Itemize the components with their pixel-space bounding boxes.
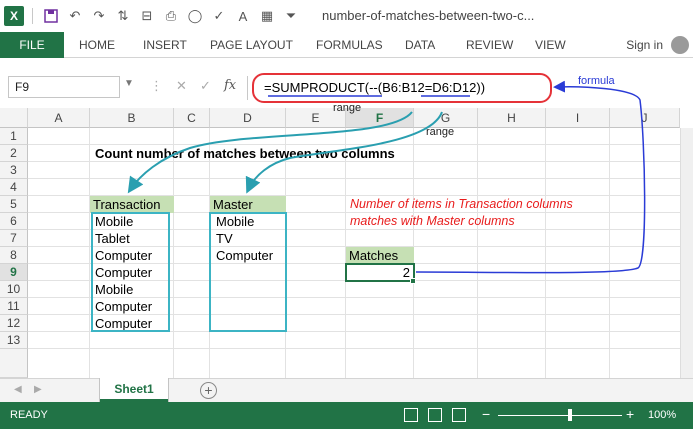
col-header-h[interactable]: H xyxy=(478,108,546,128)
circle-icon[interactable]: ◯ xyxy=(185,6,205,26)
row-header-7[interactable]: 7 xyxy=(0,230,28,247)
document-title: number-of-matches-between-two-c... xyxy=(322,8,535,23)
active-cell-border xyxy=(345,263,415,282)
explanation-note-line1: Number of items in Transaction columns xyxy=(350,197,573,211)
formula-input[interactable]: =SUMPRODUCT(--(B6:B12=D6:D12)) xyxy=(252,73,552,103)
fill-handle[interactable] xyxy=(410,278,416,284)
next-sheet-icon[interactable]: ▶ xyxy=(34,384,42,395)
normal-view-icon[interactable] xyxy=(404,408,418,422)
gridline xyxy=(28,178,693,179)
add-sheet-button[interactable]: + xyxy=(200,382,217,399)
tab-page-layout[interactable]: PAGE LAYOUT xyxy=(210,32,293,58)
row-header-1[interactable]: 1 xyxy=(0,128,28,145)
row-header-3[interactable]: 3 xyxy=(0,162,28,179)
row-header-8[interactable]: 8 xyxy=(0,247,28,264)
row-header-6[interactable]: 6 xyxy=(0,213,28,230)
row-header-9[interactable]: 9 xyxy=(0,264,28,281)
prev-sheet-icon[interactable]: ◀ xyxy=(14,384,22,395)
filter-icon[interactable]: ⊟ xyxy=(137,6,157,26)
save-icon[interactable] xyxy=(41,6,61,26)
range-label-1: range xyxy=(333,102,362,114)
col-header-i[interactable]: I xyxy=(546,108,610,128)
zoom-slider-track[interactable] xyxy=(498,415,622,416)
range-label-2: range xyxy=(426,126,455,138)
enter-icon[interactable]: ✓ xyxy=(200,78,211,94)
tab-home[interactable]: HOME xyxy=(79,32,115,58)
gridline xyxy=(545,128,546,378)
transaction-header[interactable]: Transaction xyxy=(90,196,174,213)
divider xyxy=(247,76,248,100)
gridline xyxy=(477,128,478,378)
insert-function-icon[interactable]: fx xyxy=(224,78,236,93)
transaction-range-box xyxy=(91,212,170,332)
sheet-title: Count number of matches between two colu… xyxy=(95,146,395,161)
menu-dots-icon: ⋮ xyxy=(150,78,163,93)
table-icon[interactable]: ▦ xyxy=(257,6,277,26)
name-box-dropdown-icon[interactable]: ▼ xyxy=(124,78,134,89)
excel-logo-icon: X xyxy=(4,6,24,26)
row-header-12[interactable]: 12 xyxy=(0,315,28,332)
gridline xyxy=(28,348,693,349)
separator xyxy=(32,8,33,24)
name-box[interactable]: F9 xyxy=(8,76,120,98)
row-header-11[interactable]: 11 xyxy=(0,298,28,315)
tab-review[interactable]: REVIEW xyxy=(466,32,513,58)
zoom-slider-thumb[interactable] xyxy=(568,409,572,421)
tab-insert[interactable]: INSERT xyxy=(143,32,187,58)
page-break-view-icon[interactable] xyxy=(452,408,466,422)
redo-icon[interactable]: ↷ xyxy=(89,6,109,26)
gridline xyxy=(89,128,90,378)
col-header-j[interactable]: J xyxy=(610,108,680,128)
sort-icon[interactable]: ⇅ xyxy=(113,6,133,26)
cancel-icon[interactable]: ✕ xyxy=(176,78,187,94)
col-header-b[interactable]: B xyxy=(90,108,174,128)
worksheet-grid[interactable]: A B C D E F G H I J 1 2 3 4 5 6 7 8 9 10… xyxy=(0,102,693,378)
user-icon[interactable] xyxy=(671,36,689,54)
formula-bar-area: F9 ▼ ⋮ ✕ ✓ fx =SUMPRODUCT(--(B6:B12=D6:D… xyxy=(0,58,693,108)
row-header-4[interactable]: 4 xyxy=(0,179,28,196)
gridline xyxy=(609,128,610,378)
explanation-note-line2: matches with Master columns xyxy=(350,214,515,228)
gridline xyxy=(173,128,174,378)
title-bar: X ↶ ↷ ⇅ ⊟ ⎙ ◯ ✓ A ▦ ⏷ number-of-matches-… xyxy=(0,0,693,32)
vertical-scrollbar[interactable] xyxy=(680,128,693,378)
sheet-tab-bar: ◀ ▶ Sheet1 + xyxy=(0,378,693,402)
customize-icon[interactable]: ⏷ xyxy=(281,6,301,26)
zoom-level[interactable]: 100% xyxy=(648,409,676,421)
page-layout-view-icon[interactable] xyxy=(428,408,442,422)
row-header-2[interactable]: 2 xyxy=(0,145,28,162)
row-header-5[interactable]: 5 xyxy=(0,196,28,213)
zoom-out-button[interactable]: − xyxy=(482,406,490,422)
font-color-icon[interactable]: A xyxy=(233,6,253,26)
col-header-d[interactable]: D xyxy=(210,108,286,128)
matches-header[interactable]: Matches xyxy=(346,247,414,264)
col-header-g[interactable]: G xyxy=(414,108,478,128)
row-header-10[interactable]: 10 xyxy=(0,281,28,298)
sheet-tab-sheet1[interactable]: Sheet1 xyxy=(100,378,168,402)
quick-access-toolbar: X ↶ ↷ ⇅ ⊟ ⎙ ◯ ✓ A ▦ ⏷ xyxy=(0,6,301,26)
ribbon-tabs: FILE HOME INSERT PAGE LAYOUT FORMULAS DA… xyxy=(0,32,693,58)
row-header-blank xyxy=(0,349,28,378)
tab-data[interactable]: DATA xyxy=(405,32,435,58)
col-header-a[interactable]: A xyxy=(28,108,90,128)
master-header[interactable]: Master xyxy=(210,196,286,213)
col-header-c[interactable]: C xyxy=(174,108,210,128)
tab-formulas[interactable]: FORMULAS xyxy=(316,32,383,58)
row-header-13[interactable]: 13 xyxy=(0,332,28,349)
status-text: READY xyxy=(10,409,48,421)
tab-file[interactable]: FILE xyxy=(0,32,64,58)
zoom-in-button[interactable]: + xyxy=(626,406,634,422)
sign-in-link[interactable]: Sign in xyxy=(626,32,663,58)
undo-icon[interactable]: ↶ xyxy=(65,6,85,26)
spelling-icon[interactable]: ✓ xyxy=(209,6,229,26)
select-all-corner[interactable] xyxy=(0,108,28,128)
print-icon[interactable]: ⎙ xyxy=(161,6,181,26)
master-range-box xyxy=(209,212,287,332)
tab-view[interactable]: VIEW xyxy=(535,32,566,58)
status-bar: READY − + 100% xyxy=(0,402,693,429)
